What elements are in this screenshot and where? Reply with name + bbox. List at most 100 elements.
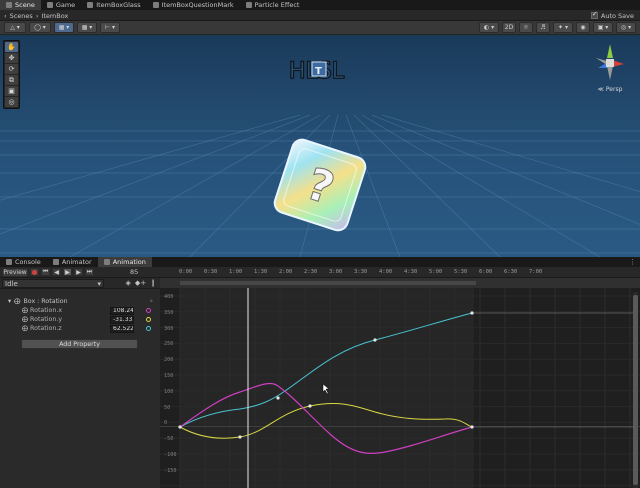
preview-button[interactable]: Preview — [2, 267, 28, 277]
property-row[interactable]: ⨁ Rotation.x 108.24 — [0, 306, 160, 315]
panel-tab-label: Animator — [61, 258, 92, 266]
last-keyframe-icon[interactable]: ⏭ — [85, 268, 94, 276]
timeline-tick-label: 6:00 — [479, 269, 493, 275]
animation-icon — [103, 259, 110, 265]
audio-toggle-button[interactable]: ♬ — [536, 22, 550, 33]
curve-color-icon[interactable] — [146, 317, 151, 322]
transform-icon: ⨁ — [14, 298, 21, 305]
timeline-tick-label: 3:30 — [354, 269, 368, 275]
axis-gizmo-icon[interactable] — [588, 40, 632, 84]
curve-y-label: 250 — [164, 341, 174, 348]
move-tool-icon[interactable]: ✥ — [5, 53, 18, 63]
foldout-arrow-icon[interactable]: ▾ — [8, 298, 11, 305]
rotate-tool-icon[interactable]: ⟳ — [5, 64, 18, 74]
property-value-field[interactable]: -31.335 — [110, 315, 134, 324]
svg-text:T: T — [315, 66, 322, 77]
chevron-down-icon: ▾ — [97, 279, 101, 288]
2d-toggle-button[interactable]: 2D — [502, 22, 516, 33]
perspective-icon: ≪ — [597, 86, 604, 93]
persp-label: Persp — [605, 86, 623, 93]
lighting-toggle-button[interactable]: ☼ — [519, 22, 533, 33]
curve-scrollbar-thumb[interactable] — [633, 295, 638, 485]
curve-y-label: 350 — [164, 309, 174, 316]
orientation-gizmo[interactable]: ≪ Persp — [588, 40, 632, 95]
grid-settings-dropdown[interactable]: ▦ ▾ — [77, 22, 97, 33]
timeline-tick-label: 1:00 — [229, 269, 243, 275]
animation-toolbar: Preview ⏮ ◀ ▶ ▶ ⏭ 85 — [0, 267, 160, 278]
record-button[interactable] — [30, 268, 39, 276]
property-group[interactable]: ▾ ⨁ Box : Rotation ⚬ — [0, 297, 160, 306]
property-row[interactable]: ⨁ Rotation.y -31.335 — [0, 315, 160, 324]
projection-toggle[interactable]: ≪ Persp — [588, 86, 632, 93]
rect-tool-icon[interactable]: ▣ — [5, 86, 18, 96]
property-label: Rotation.y — [30, 316, 63, 323]
breadcrumb-back-icon[interactable]: ‹ — [4, 12, 7, 20]
hand-tool-icon[interactable]: ✋ — [5, 42, 18, 52]
top-tab-3[interactable]: ItemBoxQuestionMark — [147, 0, 240, 10]
breadcrumb-scenes[interactable]: Scenes — [10, 12, 33, 20]
draw-mode-dropdown[interactable]: ◐ ▾ — [479, 22, 499, 33]
keyframe-point — [178, 425, 182, 429]
game-icon — [46, 2, 53, 8]
pivot-dropdown[interactable]: ◯ ▾ — [29, 22, 51, 33]
panel-tab-2[interactable]: Animation — [97, 257, 152, 267]
top-tab-2[interactable]: ItemBoxGlass — [81, 0, 146, 10]
curve-y-label: 0 — [164, 420, 168, 427]
clip-dropdown[interactable]: Idle ▾ — [2, 279, 104, 288]
scale-tool-icon[interactable]: ⧉ — [5, 75, 18, 85]
first-keyframe-icon[interactable]: ⏮ — [41, 268, 50, 276]
property-value-field[interactable]: 108.24 — [110, 306, 134, 315]
breadcrumb: ‹ Scenes › ItemBox — [4, 12, 68, 20]
keyframe-point — [308, 404, 312, 408]
add-property-button[interactable]: Add Property — [21, 339, 138, 349]
console-icon — [6, 259, 12, 265]
timeline-tick-label: 0:30 — [204, 269, 218, 275]
prev-keyframe-icon[interactable]: ◀ — [52, 268, 61, 276]
breadcrumb-item-box[interactable]: ItemBox — [41, 12, 68, 20]
keyframe-point — [373, 338, 377, 342]
hidden-objects-button[interactable]: ◉ — [576, 22, 590, 33]
transform-tool-icon[interactable]: ◎ — [5, 97, 18, 107]
breadcrumb-separator: › — [35, 12, 39, 20]
auto-save-toggle[interactable]: Auto Save — [590, 10, 634, 20]
grid-snap-dropdown[interactable]: ▦ ▾ — [54, 22, 74, 33]
panel-tab-0[interactable]: Console — [0, 257, 47, 267]
top-tab-1[interactable]: Game — [41, 0, 81, 10]
increment-snap-dropdown[interactable]: ⊢ ▾ — [100, 22, 120, 33]
add-keyframe-icon[interactable]: ◈ — [125, 279, 130, 287]
curve-scrollbar[interactable] — [633, 292, 638, 488]
curve-color-icon[interactable] — [146, 308, 151, 313]
hlsl-logo: HLSL HLSL T — [288, 58, 345, 85]
curve-canvas[interactable] — [160, 288, 640, 488]
next-keyframe-icon[interactable]: ▶ — [74, 268, 83, 276]
timeline-tick-label: 6:30 — [504, 269, 518, 275]
transform-icon: ⨁ — [22, 325, 28, 332]
keyframe-lane[interactable] — [160, 278, 640, 288]
panel-menu-icon[interactable]: ⋮ — [629, 258, 636, 266]
scene-viewport[interactable]: HLSL HLSL T ? — [0, 35, 640, 257]
gizmo-handle-dropdown[interactable]: △ ▾ — [4, 22, 26, 33]
add-keyframe-plus-icon[interactable]: ◆+ — [135, 279, 146, 287]
camera-settings-dropdown[interactable]: ▣ ▾ — [593, 22, 613, 33]
keyframe-point — [470, 311, 474, 315]
editor-tab-bar: Scene Game ItemBoxGlass ItemBoxQuestionMark… — [0, 0, 640, 10]
property-value-field[interactable]: 62.522 — [110, 324, 134, 333]
item-box-object[interactable]: ? — [272, 137, 368, 233]
timeline-ruler[interactable]: 0:00 0:30 1:00 1:30 2:00 2:30 3:00 3:30 4:00 4:30… — [160, 267, 640, 278]
curve-color-icon[interactable] — [146, 326, 151, 331]
property-row[interactable]: ⨁ Rotation.z 62.522 — [0, 324, 160, 333]
play-icon[interactable]: ▶ — [63, 268, 72, 276]
frame-field[interactable]: 85 — [130, 268, 138, 276]
particle-icon — [245, 2, 252, 8]
curve-y-label: -150 — [164, 467, 177, 474]
panel-tab-1[interactable]: Animator — [47, 257, 98, 267]
auto-save-checkbox[interactable] — [590, 10, 598, 19]
gizmos-dropdown[interactable]: ◎ ▾ — [616, 22, 636, 33]
timeline-tick-label: 0:00 — [179, 269, 193, 275]
add-event-icon[interactable]: ❙ — [150, 279, 156, 287]
effects-dropdown[interactable]: ✦ ▾ — [553, 22, 573, 33]
curve-editor[interactable]: 400 350 300 250 200 150 100 50 0 -50 -100 -150 — [160, 288, 640, 488]
top-tab-0[interactable]: Scene — [0, 0, 41, 10]
top-tab-4[interactable]: Particle Effect — [240, 0, 306, 10]
clip-name: Idle — [5, 279, 18, 288]
